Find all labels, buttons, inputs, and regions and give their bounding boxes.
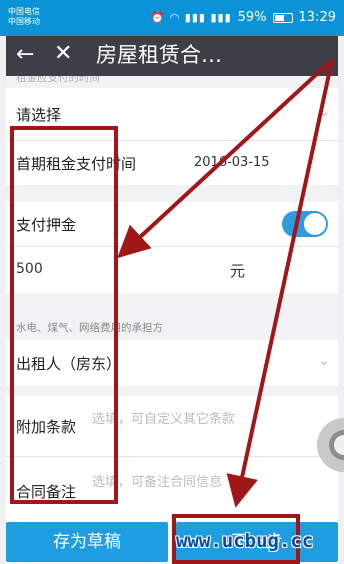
annotation-arrows: [117, 58, 334, 508]
arrow-to-labels: [117, 58, 334, 259]
watermark: www.ucbug.cc: [176, 530, 314, 552]
arrow-to-next-button: [226, 59, 334, 508]
